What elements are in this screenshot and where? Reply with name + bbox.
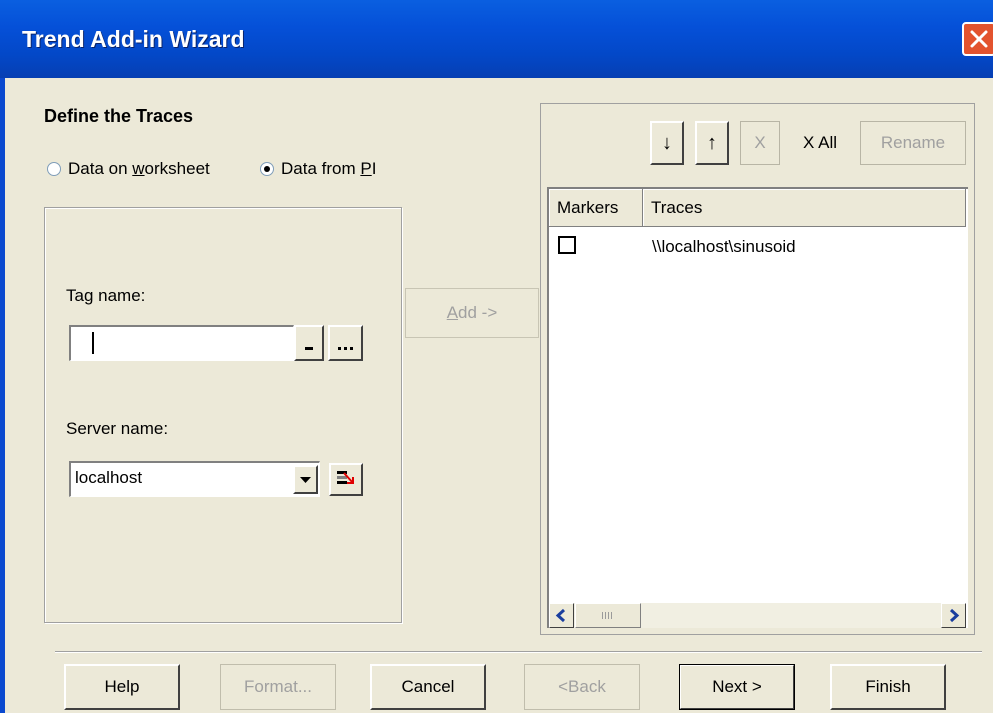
close-button[interactable]: [962, 22, 993, 56]
remove-trace-button[interactable]: X: [740, 121, 780, 165]
remove-all-button[interactable]: X All: [785, 121, 855, 165]
server-dropdown-button[interactable]: [293, 465, 318, 494]
window-title: Trend Add-in Wizard: [22, 26, 245, 52]
arrow-up-icon: ↑: [707, 131, 717, 154]
format-button[interactable]: Format...: [220, 664, 336, 710]
window-frame-left: [0, 78, 5, 713]
tag-clear-button[interactable]: [294, 325, 324, 361]
column-header-markers[interactable]: Markers: [549, 189, 643, 227]
pi-source-group: [44, 207, 402, 623]
tag-name-label: Tag name:: [66, 286, 146, 305]
server-connect-button[interactable]: [329, 463, 363, 496]
page-heading: Define the Traces: [44, 106, 194, 126]
remove-all-label: X All: [802, 133, 838, 152]
radio-pi-label: Data from PI: [281, 159, 377, 178]
help-button[interactable]: Help: [64, 664, 180, 710]
scroll-right-button[interactable]: [941, 603, 966, 628]
ellipsis-icon: [338, 347, 353, 350]
arrow-down-icon: ↓: [662, 131, 672, 154]
tag-browse-button[interactable]: [328, 325, 363, 361]
text-caret: [92, 332, 94, 354]
finish-button[interactable]: Finish: [830, 664, 946, 710]
server-name-label: Server name:: [66, 419, 169, 438]
scroll-thumb[interactable]: [575, 603, 641, 628]
tag-name-input[interactable]: [69, 325, 294, 361]
server-connection-icon: [337, 471, 354, 484]
close-icon: [970, 30, 988, 48]
column-header-traces[interactable]: Traces: [643, 189, 966, 227]
grip-icon: [602, 612, 612, 619]
remove-trace-label: X: [754, 133, 766, 152]
move-down-button[interactable]: ↓: [650, 121, 684, 165]
radio-pi-indicator[interactable]: [260, 162, 274, 176]
radio-data-from-pi[interactable]: Data from PI: [260, 157, 376, 181]
back-button[interactable]: <Back: [524, 664, 640, 710]
trace-name[interactable]: \\localhost\sinusoid: [652, 237, 796, 257]
radio-worksheet-label: Data on worksheet: [68, 159, 210, 178]
server-name-combobox[interactable]: localhost: [69, 461, 320, 497]
traces-list[interactable]: Markers Traces \\localhost\sinusoid: [547, 187, 968, 628]
radio-worksheet-indicator[interactable]: [47, 162, 61, 176]
horizontal-scrollbar[interactable]: [549, 603, 966, 628]
rename-button[interactable]: Rename: [860, 121, 966, 165]
chevron-down-icon: [300, 477, 311, 483]
next-button[interactable]: Next >: [679, 664, 795, 710]
scroll-left-button[interactable]: [549, 603, 574, 628]
radio-data-on-worksheet[interactable]: Data on worksheet: [47, 157, 210, 181]
chevron-right-icon: [949, 608, 960, 623]
cancel-button[interactable]: Cancel: [370, 664, 486, 710]
rename-label: Rename: [880, 133, 946, 152]
underscore-icon: [305, 347, 313, 350]
add-trace-button[interactable]: Add ->: [405, 288, 539, 338]
title-bar: Trend Add-in Wizard: [0, 0, 993, 78]
trace-marker-checkbox[interactable]: [558, 236, 576, 254]
footer-separator: [55, 651, 982, 653]
server-name-value: localhost: [75, 468, 143, 487]
chevron-left-icon: [555, 608, 566, 623]
move-up-button[interactable]: ↑: [695, 121, 729, 165]
add-trace-label: Add ->: [446, 303, 498, 322]
